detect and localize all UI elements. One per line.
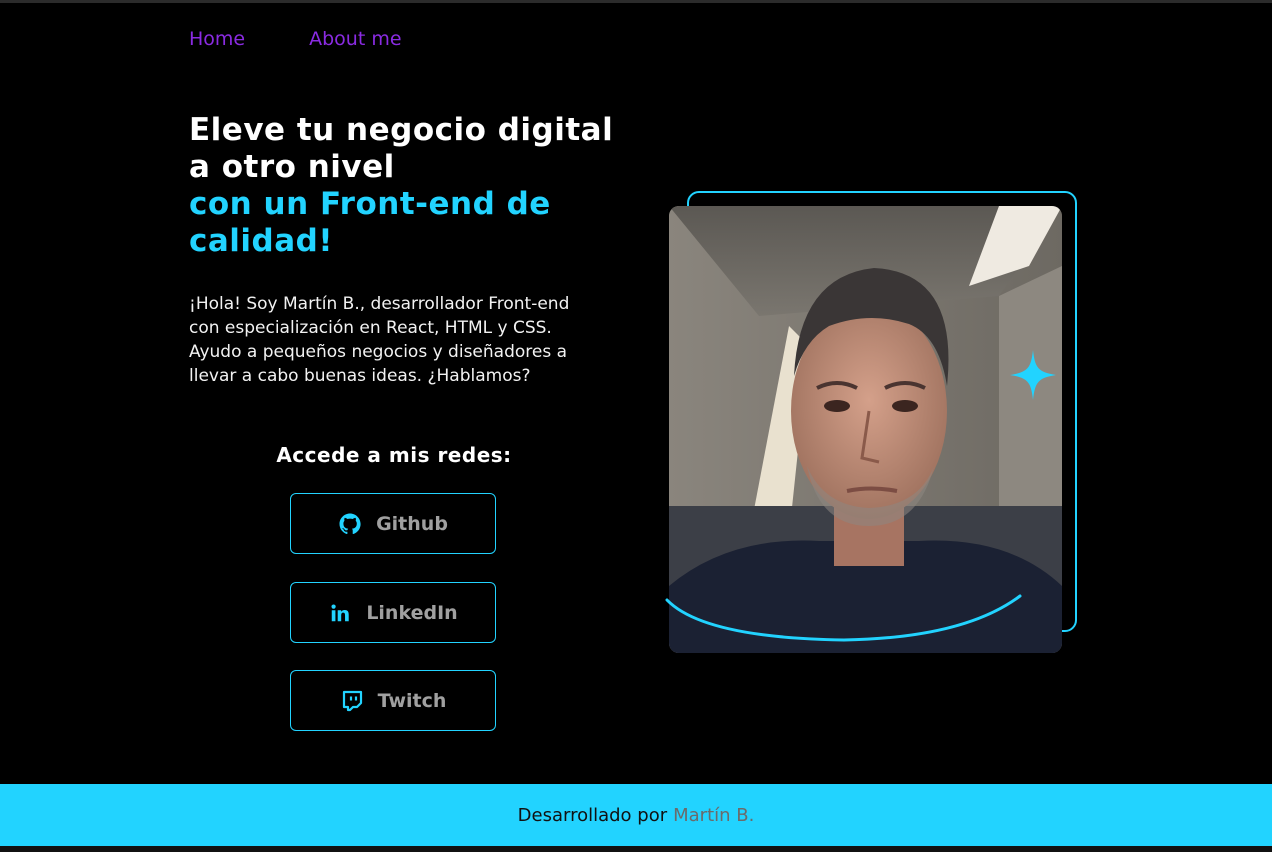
linkedin-button-label: LinkedIn <box>366 601 458 624</box>
twitch-button-label: Twitch <box>377 689 447 712</box>
headline-white-text: Eleve tu negocio digital a otro nivel <box>189 112 614 185</box>
github-button[interactable]: Github <box>290 493 496 554</box>
linkedin-icon <box>328 601 352 625</box>
bottom-divider <box>0 846 1272 852</box>
github-icon <box>338 512 362 536</box>
profile-photo <box>669 206 1062 653</box>
sparkle-icon <box>1010 350 1056 400</box>
github-button-label: Github <box>376 512 448 535</box>
top-divider <box>0 0 1272 3</box>
top-nav: Home About me <box>189 28 402 50</box>
page: Home About me Eleve tu negocio digital a… <box>0 0 1272 852</box>
hero-headline: Eleve tu negocio digital a otro nivel co… <box>189 112 619 260</box>
linkedin-button[interactable]: LinkedIn <box>290 582 496 643</box>
page-footer: Desarrollado por Martín B. <box>0 784 1272 846</box>
footer-text: Desarrollado por <box>517 804 668 826</box>
nav-home-link[interactable]: Home <box>189 28 245 50</box>
smile-curve-decoration <box>665 594 1022 642</box>
twitch-icon <box>340 689 364 713</box>
headline-cyan-text: con un Front-end de calidad! <box>189 186 551 259</box>
footer-author-link[interactable]: Martín B. <box>673 805 754 826</box>
nav-about-link[interactable]: About me <box>309 28 401 50</box>
intro-text: ¡Hola! Soy Martín B., desarrollador Fron… <box>189 294 570 386</box>
social-title: Accede a mis redes: <box>276 443 512 467</box>
twitch-button[interactable]: Twitch <box>290 670 496 731</box>
